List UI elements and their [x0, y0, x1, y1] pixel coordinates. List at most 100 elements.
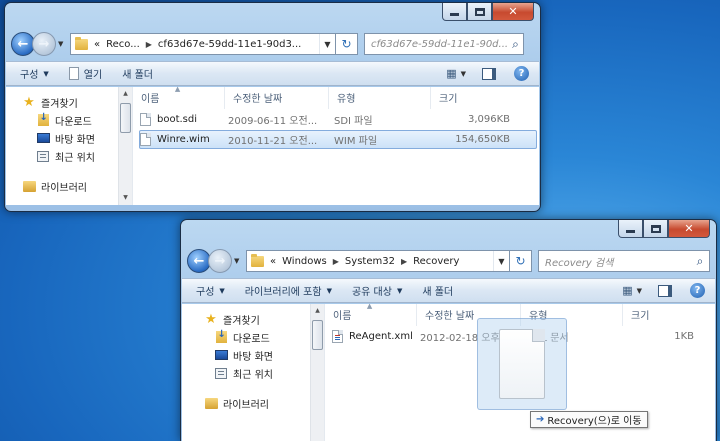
- breadcrumb-separator-icon[interactable]: ▶: [146, 40, 152, 49]
- refresh-icon: ↻: [341, 37, 352, 51]
- close-button[interactable]: ✕: [668, 220, 710, 238]
- minimize-button[interactable]: [442, 3, 467, 21]
- explorer-window-recovery: ✕ ← → ▼ « Windows ▶ System32 ▶ Recovery …: [180, 219, 717, 441]
- new-folder-label: 새 폴더: [422, 287, 454, 298]
- breadcrumb-recovery[interactable]: Reco...: [106, 39, 140, 50]
- close-icon: ✕: [508, 5, 518, 18]
- breadcrumb-separator-icon[interactable]: ▶: [401, 257, 407, 266]
- view-options-icon[interactable]: ▦: [446, 67, 456, 80]
- breadcrumb-windows[interactable]: Windows: [282, 256, 327, 267]
- forward-button[interactable]: →: [32, 32, 56, 56]
- nav-favorites[interactable]: ★ 즐겨찾기: [182, 310, 324, 328]
- recent-pages-dropdown[interactable]: ▼: [234, 257, 244, 265]
- search-icon[interactable]: ⌕: [691, 254, 709, 269]
- search-input[interactable]: Recovery 검색 ⌕: [538, 250, 710, 272]
- nav-libraries[interactable]: 라이브러리: [6, 177, 132, 195]
- help-icon[interactable]: ?: [690, 283, 705, 298]
- dragged-file-icon: [499, 329, 545, 399]
- address-dropdown-icon[interactable]: ▼: [493, 251, 509, 271]
- view-dropdown-icon[interactable]: ▼: [461, 70, 466, 78]
- column-size[interactable]: 크기: [623, 304, 699, 326]
- preview-pane-icon[interactable]: [482, 67, 496, 80]
- nav-desktop[interactable]: 바탕 화면: [6, 129, 132, 147]
- downloads-folder-icon: [215, 329, 227, 343]
- file-row-winre-wim[interactable]: Winre.wim 2010-11-21 오전... WIM 파일 154,65…: [139, 130, 537, 149]
- file-size: 3,096KB: [467, 114, 510, 125]
- forward-button[interactable]: →: [208, 249, 232, 273]
- breadcrumb-prefix[interactable]: «: [94, 39, 100, 50]
- maximize-button[interactable]: [643, 220, 668, 238]
- column-name[interactable]: ▲ 이름: [325, 302, 417, 326]
- column-size-label: 크기: [439, 94, 458, 105]
- nav-downloads-label: 다운로드: [55, 116, 92, 128]
- address-bar[interactable]: « Reco... ▶ cf63d67e-59dd-11e1-90d3... ▼: [70, 33, 336, 55]
- new-folder-label: 새 폴더: [122, 70, 153, 81]
- breadcrumb-separator-icon[interactable]: ▶: [333, 257, 339, 266]
- minimize-button[interactable]: [618, 220, 643, 238]
- back-arrow-icon: ←: [17, 36, 29, 52]
- maximize-button[interactable]: [467, 3, 492, 21]
- preview-pane-icon[interactable]: [658, 284, 672, 297]
- nav-recent[interactable]: 최근 위치: [6, 147, 132, 165]
- new-folder-button[interactable]: 새 폴더: [122, 66, 153, 81]
- nav-downloads[interactable]: 다운로드: [182, 328, 324, 346]
- drag-ghost-image: [477, 318, 567, 410]
- scroll-up-icon[interactable]: ▲: [119, 87, 132, 101]
- column-name[interactable]: ▲ 이름: [133, 85, 225, 109]
- column-date[interactable]: 수정한 날짜: [225, 86, 329, 109]
- organize-label: 구성: [196, 287, 215, 298]
- new-folder-button[interactable]: 새 폴더: [422, 283, 453, 298]
- breadcrumb-guid[interactable]: cf63d67e-59dd-11e1-90d3...: [158, 39, 301, 50]
- nav-libraries[interactable]: 라이브러리: [182, 394, 324, 412]
- search-icon[interactable]: ⌕: [508, 37, 523, 52]
- scroll-thumb[interactable]: [312, 320, 323, 350]
- open-button[interactable]: 열기: [68, 66, 102, 81]
- view-controls: ▦ ▼ ?: [446, 66, 529, 81]
- column-type-label: 유형: [337, 94, 356, 105]
- nav-scrollbar[interactable]: ▲ ▼: [118, 87, 132, 205]
- organize-button[interactable]: 구성 ▼: [20, 66, 49, 82]
- refresh-button[interactable]: ↻: [336, 33, 358, 55]
- maximize-icon: [474, 7, 485, 16]
- nav-recent[interactable]: 최근 위치: [182, 364, 324, 382]
- file-name: ReAgent.xml: [349, 331, 413, 342]
- file-row-boot-sdi[interactable]: boot.sdi 2009-06-11 오전... SDI 파일 3,096KB: [139, 110, 537, 129]
- breadcrumb-recovery[interactable]: Recovery: [413, 256, 459, 267]
- include-library-label: 라이브러리에 포함: [244, 287, 322, 298]
- search-input[interactable]: cf63d67e-59dd-11e1-90d... ⌕: [364, 33, 524, 55]
- address-dropdown-icon[interactable]: ▼: [319, 34, 335, 54]
- breadcrumb-system32[interactable]: System32: [345, 256, 395, 267]
- explorer-body: ★ 즐겨찾기 다운로드 바탕 화면 최근 위치 라이브러리 ▲ ▼ ▲ 이름 수정한…: [6, 85, 539, 205]
- scroll-down-icon[interactable]: ▼: [119, 191, 132, 205]
- column-size[interactable]: 크기: [431, 87, 511, 109]
- include-in-library-button[interactable]: 라이브러리에 포함 ▼: [244, 283, 332, 299]
- organize-button[interactable]: 구성 ▼: [196, 283, 225, 299]
- scroll-up-icon[interactable]: ▲: [311, 304, 324, 318]
- scroll-thumb[interactable]: [120, 103, 131, 133]
- file-date: 2010-11-21 오전...: [228, 136, 318, 147]
- share-with-button[interactable]: 공유 대상 ▼: [352, 283, 403, 299]
- view-options-icon[interactable]: ▦: [622, 284, 632, 297]
- address-bar[interactable]: « Windows ▶ System32 ▶ Recovery ▼: [246, 250, 510, 272]
- desktop-icon: [36, 133, 50, 143]
- nav-desktop[interactable]: 바탕 화면: [182, 346, 324, 364]
- column-type[interactable]: 유형: [329, 86, 431, 109]
- nav-favorites[interactable]: ★ 즐겨찾기: [6, 93, 132, 111]
- help-icon[interactable]: ?: [514, 66, 529, 81]
- explorer-window-guid-folder: ✕ ← → ▼ « Reco... ▶ cf63d67e-59dd-11e1-9…: [4, 2, 541, 212]
- desktop-icon: [214, 350, 228, 360]
- close-button[interactable]: ✕: [492, 3, 534, 21]
- nav-downloads[interactable]: 다운로드: [6, 111, 132, 129]
- nav-libraries-label: 라이브러리: [223, 399, 269, 411]
- back-arrow-icon: ←: [193, 253, 205, 269]
- breadcrumb-prefix[interactable]: «: [270, 256, 276, 267]
- library-icon: [204, 397, 218, 409]
- chevron-down-icon: ▼: [43, 69, 49, 78]
- nav-scrollbar[interactable]: ▲: [310, 304, 324, 441]
- refresh-button[interactable]: ↻: [510, 250, 532, 272]
- column-date-label: 수정한 날짜: [233, 94, 283, 105]
- view-dropdown-icon[interactable]: ▼: [637, 287, 642, 295]
- recent-pages-dropdown[interactable]: ▼: [58, 40, 68, 48]
- chevron-down-icon: ▼: [396, 286, 403, 295]
- column-name-label: 이름: [141, 94, 160, 105]
